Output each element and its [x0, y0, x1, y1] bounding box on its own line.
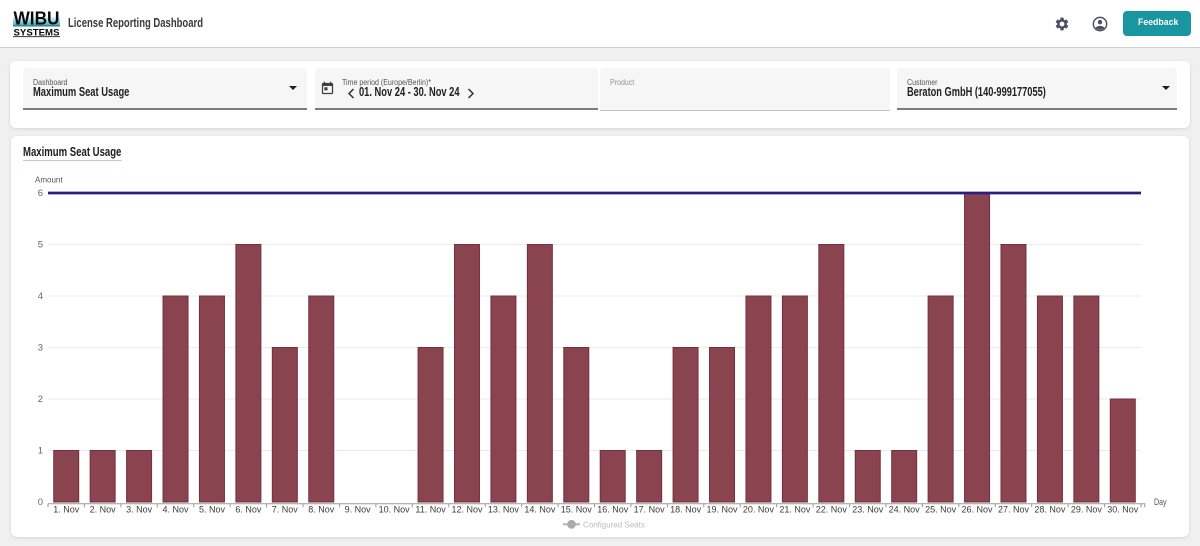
svg-text:Configured Seats: Configured Seats: [583, 520, 645, 529]
svg-text:4: 4: [38, 291, 43, 302]
svg-text:6. Nov: 6. Nov: [235, 505, 262, 515]
svg-text:0: 0: [38, 497, 43, 508]
svg-text:WIBU: WIBU: [14, 9, 60, 29]
svg-text:7. Nov: 7. Nov: [272, 505, 299, 515]
svg-text:2: 2: [38, 394, 43, 405]
svg-text:23. Nov: 23. Nov: [852, 505, 884, 515]
svg-text:9. Nov: 9. Nov: [345, 505, 372, 515]
svg-text:3: 3: [38, 343, 43, 354]
svg-text:Amount: Amount: [35, 176, 63, 185]
svg-text:5: 5: [38, 240, 43, 251]
svg-text:8. Nov: 8. Nov: [308, 505, 335, 515]
svg-text:5. Nov: 5. Nov: [199, 505, 226, 515]
svg-text:11. Nov: 11. Nov: [415, 505, 446, 515]
svg-text:6: 6: [38, 188, 43, 199]
svg-text:15. Nov: 15. Nov: [561, 505, 593, 515]
svg-text:22. Nov: 22. Nov: [816, 505, 848, 515]
svg-text:28. Nov: 28. Nov: [1034, 505, 1066, 515]
svg-text:21. Nov: 21. Nov: [779, 505, 811, 515]
svg-text:4. Nov: 4. Nov: [163, 505, 190, 515]
svg-text:26. Nov: 26. Nov: [962, 505, 994, 515]
svg-text:2. Nov: 2. Nov: [90, 505, 117, 515]
svg-text:1. Nov: 1. Nov: [53, 505, 80, 515]
svg-text:3. Nov: 3. Nov: [126, 505, 153, 515]
svg-text:30. Nov: 30. Nov: [1107, 505, 1139, 515]
svg-text:20. Nov: 20. Nov: [743, 505, 775, 515]
svg-text:10. Nov: 10. Nov: [379, 505, 411, 515]
svg-text:14. Nov: 14. Nov: [524, 505, 556, 515]
svg-text:24. Nov: 24. Nov: [889, 505, 921, 515]
svg-text:18. Nov: 18. Nov: [670, 505, 702, 515]
svg-text:Day: Day: [1154, 497, 1167, 507]
svg-text:12. Nov: 12. Nov: [451, 505, 483, 515]
svg-text:13. Nov: 13. Nov: [488, 505, 520, 515]
svg-text:16. Nov: 16. Nov: [597, 505, 629, 515]
svg-text:1: 1: [38, 446, 43, 457]
svg-text:25. Nov: 25. Nov: [925, 505, 957, 515]
svg-text:19. Nov: 19. Nov: [707, 505, 739, 515]
svg-text:27. Nov: 27. Nov: [998, 505, 1030, 515]
svg-text:17. Nov: 17. Nov: [634, 505, 666, 515]
svg-text:29. Nov: 29. Nov: [1071, 505, 1103, 515]
